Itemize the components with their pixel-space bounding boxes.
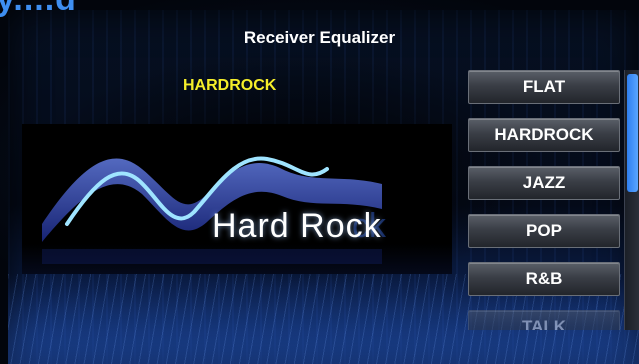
preset-button-pop[interactable]: POP: [468, 214, 620, 248]
page-title: Receiver Equalizer: [243, 28, 396, 47]
waveform-graphic: [42, 156, 382, 264]
preset-artwork: ck Hard Rock: [22, 124, 452, 274]
scrollbar-thumb[interactable]: [627, 74, 638, 192]
preset-button-hardrock[interactable]: HARDROCK: [468, 118, 620, 152]
preset-button-jazz[interactable]: JAZZ: [468, 166, 620, 200]
receiver-equalizer-screen: y....g Receiver Equalizer HARDROCK ck Ha…: [0, 0, 639, 364]
preset-list: FLAT HARDROCK JAZZ POP R&B TALK: [468, 70, 620, 330]
artwork-text: Hard Rock: [212, 207, 382, 245]
current-preset-label: HARDROCK: [183, 77, 277, 94]
preset-button-flat[interactable]: FLAT: [468, 70, 620, 104]
preset-button-talk[interactable]: TALK: [468, 310, 620, 330]
preset-button-rnb[interactable]: R&B: [468, 262, 620, 296]
preset-scrollbar[interactable]: [624, 70, 639, 330]
